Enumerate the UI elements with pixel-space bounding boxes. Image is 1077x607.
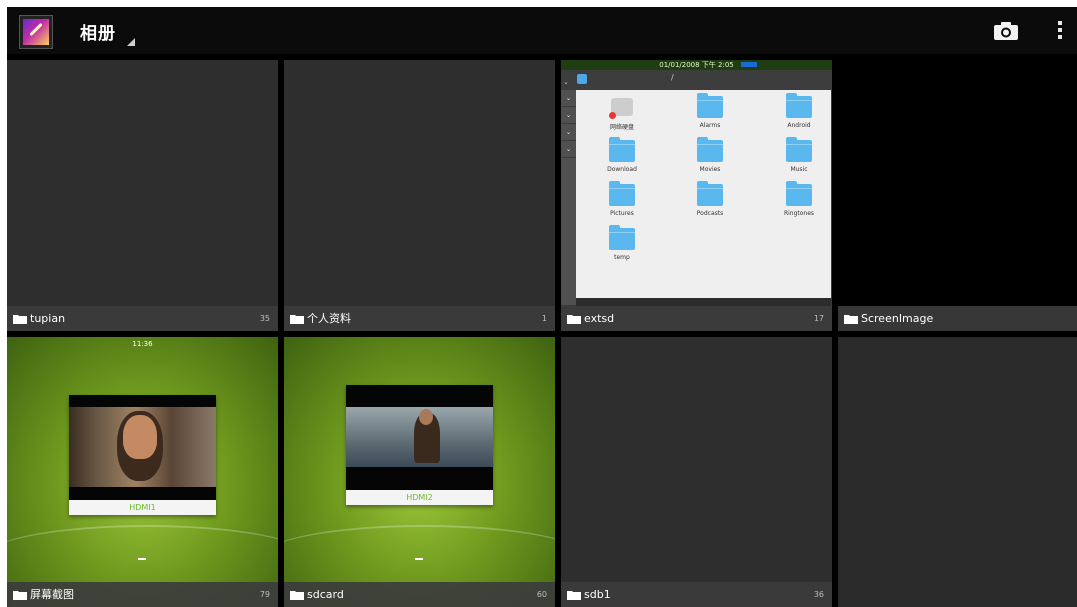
chevron-down-icon: ⌄ (563, 78, 569, 86)
preview-file-item: Download (592, 137, 652, 173)
folder-icon (844, 315, 858, 324)
folder-icon (609, 181, 635, 206)
album-label: 屏幕截图 79 (7, 582, 278, 607)
folder-icon (697, 181, 723, 206)
album-tile-extsd[interactable]: 01/01/2008 下午 2:05 ⌄ / ⌄ ⌄ ⌄ ⌄ 网络硬盘 Alarms … (561, 60, 832, 331)
folder-icon (13, 591, 27, 600)
album-name: tupian (30, 312, 66, 325)
overflow-menu-icon[interactable] (1054, 19, 1066, 43)
storage-icon (577, 74, 587, 84)
album-label: sdb1 36 (561, 582, 832, 607)
album-name: ScreenImage (861, 312, 934, 325)
preview-path-bar: ⌄ / (561, 70, 832, 90)
folder-icon (290, 315, 304, 324)
folder-icon (609, 137, 635, 162)
folder-icon (697, 93, 723, 118)
preview-file-item: Music (769, 137, 829, 173)
preview-status-bar: 01/01/2008 下午 2:05 (561, 60, 832, 70)
preview-hdmi-caption: HDMI2 (346, 490, 493, 505)
preview-hdmi-caption: HDMI1 (69, 500, 216, 515)
album-tile-personal[interactable]: 个人资料 1 (284, 60, 555, 331)
preview-file-item: Movies (680, 137, 740, 173)
preview-file-item: temp (592, 225, 652, 261)
album-tile-sdb1[interactable]: sdb1 36 (561, 337, 832, 607)
album-tile-sdcard[interactable]: HDMI2 sdcard 60 (284, 337, 555, 607)
album-label: tupian 35 (7, 306, 278, 331)
preview-file-item: Ringtones (769, 181, 829, 217)
folder-icon (786, 93, 812, 118)
folder-icon (697, 137, 723, 162)
album-label: sdcard 60 (284, 582, 555, 607)
album-count: 17 (813, 314, 824, 323)
album-label: extsd 17 (561, 306, 832, 331)
preview-file-grid: 网络硬盘 Alarms Android Download Movies Musi… (576, 90, 831, 298)
folder-icon (290, 591, 304, 600)
folder-icon (567, 591, 581, 600)
gallery-app-icon[interactable] (19, 15, 53, 49)
folder-icon (786, 137, 812, 162)
album-count: 1 (541, 314, 547, 323)
preview-hdmi-card: HDMI2 (346, 385, 493, 505)
album-name: 屏幕截图 (30, 588, 74, 601)
preview-sidebar: ⌄ ⌄ ⌄ ⌄ (561, 90, 576, 305)
gallery-screen: 相册 tupian 35 个人资料 1 01/01/2008 下午 2:05 ⌄… (7, 7, 1077, 607)
album-name: extsd (584, 312, 615, 325)
album-tile-screenimage[interactable]: ScreenImage (838, 60, 1077, 331)
preview-file-item: Podcasts (680, 181, 740, 217)
preview-file-item: Alarms (680, 93, 740, 129)
dropdown-indicator-icon[interactable] (127, 38, 135, 46)
album-count: 36 (813, 590, 824, 599)
preview-video-frame (346, 385, 493, 490)
preview-video-frame (69, 395, 216, 500)
preview-hdmi-card: HDMI1 (69, 395, 216, 515)
empty-slot (838, 337, 1077, 607)
folder-icon (609, 225, 635, 250)
album-count: 35 (259, 314, 270, 323)
album-name: 个人资料 (307, 312, 351, 325)
album-tile-tupian[interactable]: tupian 35 (7, 60, 278, 331)
action-bar: 相册 (7, 7, 1077, 54)
album-count: 60 (536, 590, 547, 599)
album-label: ScreenImage (838, 306, 1077, 331)
preview-file-item: Android (769, 93, 829, 129)
app-title[interactable]: 相册 (80, 19, 116, 44)
folder-icon (567, 315, 581, 324)
album-name: sdcard (307, 588, 344, 601)
preview-file-item: Pictures (592, 181, 652, 217)
album-label: 个人资料 1 (284, 306, 555, 331)
folder-icon (786, 181, 812, 206)
album-tile-screenshots[interactable]: 11:36 HDMI1 屏幕截图 79 (7, 337, 278, 607)
preview-path: / (671, 73, 674, 82)
preview-file-item: 网络硬盘 (592, 96, 652, 131)
folder-icon (13, 315, 27, 324)
camera-icon[interactable] (993, 21, 1019, 41)
album-count: 79 (259, 590, 270, 599)
preview-status-text: 01/01/2008 下午 2:05 (659, 61, 734, 69)
network-drive-icon (609, 98, 633, 119)
album-name: sdb1 (584, 588, 611, 601)
preview-clock: 11:36 (132, 340, 153, 348)
